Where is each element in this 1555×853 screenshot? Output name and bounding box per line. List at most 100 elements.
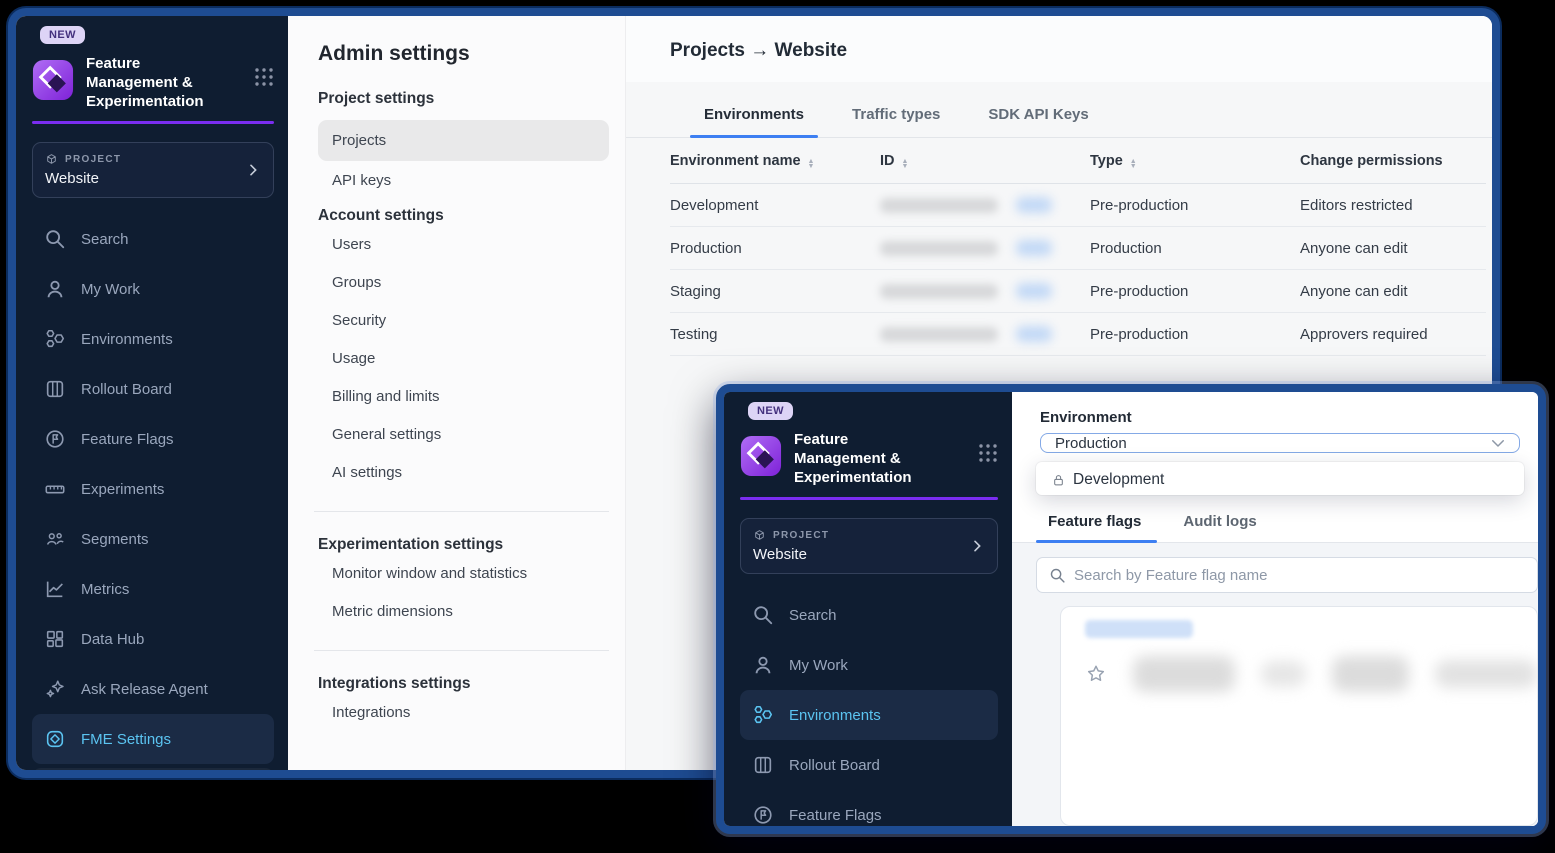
environment-name-cell: Testing [670,326,880,343]
sidebar-item-rollout-board[interactable]: Rollout Board [32,364,274,414]
sidebar-item-label: Feature Flags [789,807,882,824]
admin-item-integrations[interactable]: Integrations [318,694,609,731]
app-launcher-icon[interactable] [254,67,274,87]
column-header-type[interactable]: Type▲▼ [1090,153,1300,169]
sidebar-item-environments[interactable]: Environments [740,690,998,740]
table-row[interactable]: Staging Pre-production Anyone can edit [670,270,1486,313]
sparkles-icon [44,678,66,700]
admin-item-users[interactable]: Users [318,226,609,263]
main-tabs: Environments Traffic types SDK API Keys [626,96,1492,138]
segments-icon [44,528,66,550]
environments-icon [752,704,774,726]
board-icon [44,378,66,400]
tab-traffic-types[interactable]: Traffic types [828,96,964,137]
environment-select-value: Production [1055,435,1127,452]
environment-name-cell: Production [670,240,880,257]
sort-icon[interactable]: ▲▼ [1130,159,1137,169]
environment-name-cell: Development [670,197,880,214]
sidebar-item-label: Metrics [81,581,129,598]
sidebar-item-data-hub[interactable]: Data Hub [32,614,274,664]
flag-icon [752,804,774,826]
dropdown-option-development[interactable]: Development [1036,462,1524,495]
sidebar-item-my-work[interactable]: My Work [32,264,274,314]
breadcrumb: Projects → Website [670,40,1492,62]
search-icon [44,228,66,250]
chevron-down-icon [1489,434,1507,452]
search-input[interactable] [1074,567,1527,584]
admin-item-groups[interactable]: Groups [318,264,609,301]
column-header-id[interactable]: ID▲▼ [880,153,1090,169]
admin-item-billing[interactable]: Billing and limits [318,378,609,415]
admin-item-metric-dimensions[interactable]: Metric dimensions [318,593,609,630]
environment-dropdown: Development Production Staging Testing [1036,462,1524,495]
admin-item-ai-settings[interactable]: AI settings [318,454,609,491]
type-cell: Pre-production [1090,197,1300,214]
brand-block: NEW Feature Management & Experimentation [32,28,274,111]
app-logo-icon [32,59,74,101]
admin-item-projects[interactable]: Projects [318,120,609,161]
sidebar-item-metrics[interactable]: Metrics [32,564,274,614]
sidebar-item-experiments[interactable]: Experiments [32,464,274,514]
sidebar-item-feature-flags[interactable]: Feature Flags [740,790,998,834]
sidebar-item-environments[interactable]: Environments [32,314,274,364]
sidebar-item-label: Feature Flags [81,431,174,448]
brand-accent-rule [740,497,998,500]
ruler-icon [44,478,66,500]
table-row[interactable]: Production Production Anyone can edit [670,227,1486,270]
sidebar-item-label: Rollout Board [789,757,880,774]
dropdown-option-label: Development [1073,471,1164,489]
sidebar-item-fme-settings[interactable]: FME Settings [32,714,274,764]
redacted-content [1332,656,1409,692]
project-switcher[interactable]: PROJECT Website [32,142,274,198]
overlay-tabs: Feature flags Audit logs [1012,505,1538,543]
environment-select[interactable]: Production [1040,433,1520,453]
app-launcher-icon[interactable] [978,443,998,463]
feature-flag-search[interactable] [1036,557,1538,593]
flag-icon [44,428,66,450]
tab-feature-flags[interactable]: Feature flags [1036,505,1171,542]
new-badge: NEW [748,402,793,420]
section-header-project-settings: Project settings [318,90,609,108]
overlay-sidebar: NEW Feature Management & Experimentation [724,392,1012,826]
app-logo-icon [740,435,782,477]
sidebar-item-feature-flags[interactable]: Feature Flags [32,414,274,464]
environments-icon [44,328,66,350]
sidebar-item-search[interactable]: Search [32,214,274,264]
sidebar-item-label: My Work [81,281,140,298]
sidebar-item-label: My Work [789,657,848,674]
admin-settings-title: Admin settings [318,42,609,66]
feature-flag-card[interactable] [1060,606,1538,826]
sidebar-item-rollout-board[interactable]: Rollout Board [740,740,998,790]
tab-sdk-api-keys[interactable]: SDK API Keys [964,96,1112,137]
column-header-environment-name[interactable]: Environment name▲▼ [670,153,880,169]
search-icon [1049,567,1066,584]
lock-icon [1052,474,1065,487]
sidebar-item-ask-release-agent[interactable]: Ask Release Agent [32,664,274,714]
id-cell-redacted [880,326,1090,342]
brand-accent-rule [32,121,274,124]
board-icon [752,754,774,776]
sidebar-item-my-work[interactable]: My Work [740,640,998,690]
admin-item-usage[interactable]: Usage [318,340,609,377]
sidebar-item-search[interactable]: Search [740,590,998,640]
sidebar-item-segments[interactable]: Segments [32,514,274,564]
table-row[interactable]: Testing Pre-production Approvers require… [670,313,1486,356]
sort-icon[interactable]: ▲▼ [902,159,909,169]
sort-icon[interactable]: ▲▼ [808,159,815,169]
redacted-content [1435,660,1537,688]
admin-item-general-settings[interactable]: General settings [318,416,609,453]
table-row[interactable]: Development Pre-production Editors restr… [670,184,1486,227]
environments-table: Environment name▲▼ ID▲▼ Type▲▼ Change pe… [670,138,1486,356]
admin-item-api-keys[interactable]: API keys [318,162,609,199]
product-title: Feature Management & Experimentation [794,430,926,487]
data-hub-icon [44,628,66,650]
section-header-experimentation-settings: Experimentation settings [318,536,609,554]
tab-audit-logs[interactable]: Audit logs [1171,505,1286,542]
admin-item-security[interactable]: Security [318,302,609,339]
project-label: PROJECT [773,530,829,541]
project-switcher[interactable]: PROJECT Website [740,518,998,574]
admin-item-monitor-window[interactable]: Monitor window and statistics [318,555,609,592]
star-icon[interactable] [1085,663,1107,685]
brand-block: NEW Feature Management & Experimentation [740,404,998,487]
tab-environments[interactable]: Environments [680,96,828,137]
